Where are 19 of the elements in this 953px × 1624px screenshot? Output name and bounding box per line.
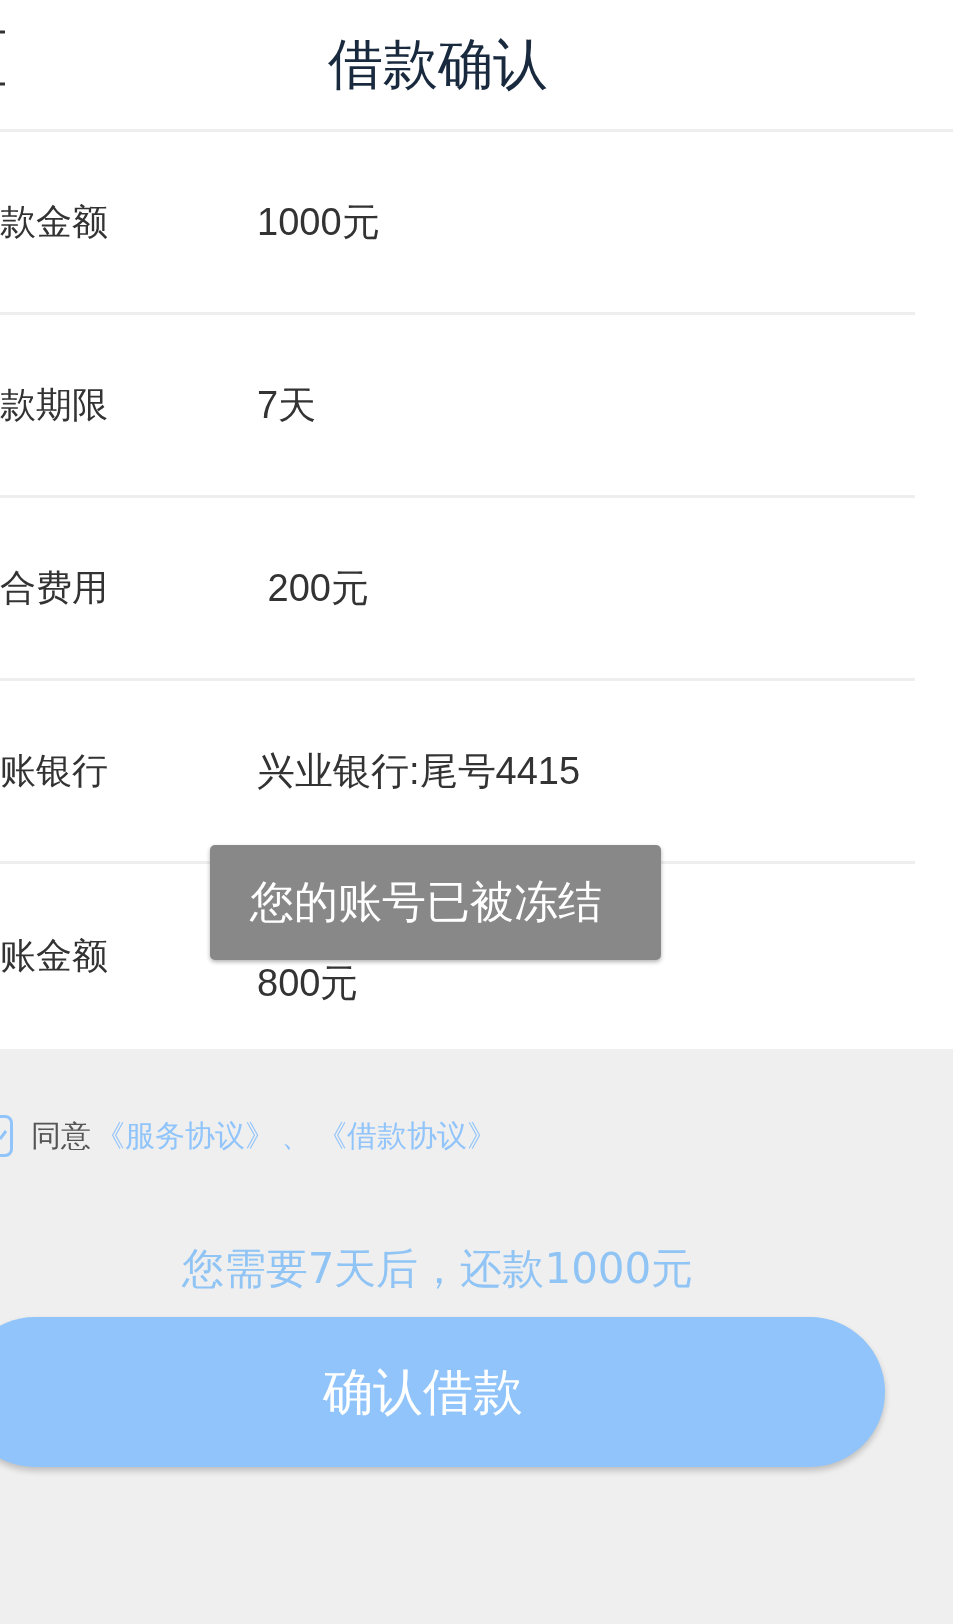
confirm-button[interactable]: 确认借款 <box>0 1317 885 1467</box>
row-label: 款金额 <box>0 199 109 244</box>
separator-text: 、 <box>281 1116 311 1155</box>
row-value: 200元 <box>266 565 369 611</box>
agree-text: 同意 <box>31 1116 91 1155</box>
repayment-notice: 您需要7天后，还款1000元 <box>180 1243 695 1295</box>
row-label: 款期限 <box>0 382 109 427</box>
toast: 您的账号已被冻结 <box>210 845 661 960</box>
row-value: 1000元 <box>257 199 380 245</box>
row-value: 800元 <box>257 963 359 1002</box>
row-value: 7天 <box>257 382 317 428</box>
page-title: 借款确认 <box>327 30 548 98</box>
row-label: 合费用 <box>0 565 109 610</box>
row-label: 账银行 <box>0 748 109 793</box>
row-label: 账金额 <box>0 934 109 978</box>
row-value: 兴业银行:尾号4415 <box>257 748 581 794</box>
agreement-link[interactable]: 《借款协议》 <box>317 1115 497 1157</box>
agreement-link[interactable]: 《服务协议》 <box>95 1115 275 1157</box>
checkbox[interactable] <box>0 1115 13 1157</box>
